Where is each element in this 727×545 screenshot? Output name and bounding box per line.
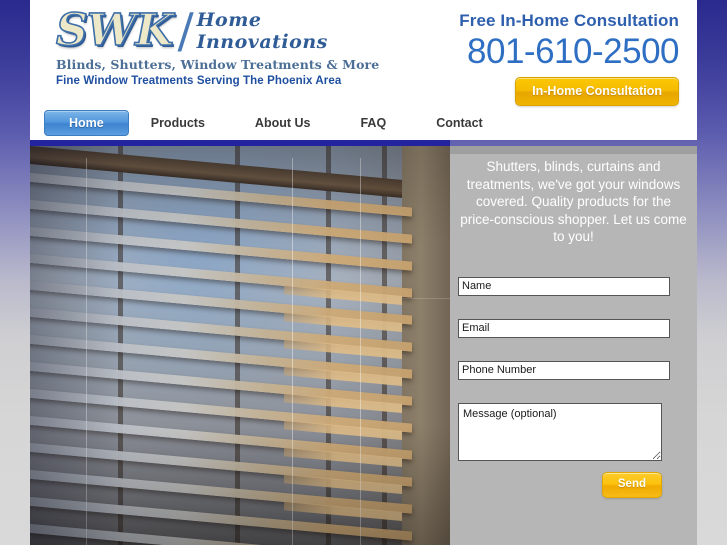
send-button-row: Send: [458, 472, 662, 498]
logo-slash-divider: /: [177, 3, 194, 59]
logo-tagline-secondary: Fine Window Treatments Serving The Phoen…: [56, 75, 342, 87]
nav-item-contact[interactable]: Contact: [436, 110, 511, 136]
hero-image-window-blinds: [30, 146, 450, 545]
site-header: SWK / Home Innovations Blinds, Shutters,…: [30, 0, 697, 140]
nav-item-products[interactable]: Products: [151, 110, 233, 136]
logo-brand-text: SWK: [55, 5, 174, 56]
phone-number[interactable]: 801-610-2500: [389, 32, 679, 72]
logo-tagline-primary: Blinds, Shutters, Window Treatments & Mo…: [56, 57, 380, 72]
nav-item-faq[interactable]: FAQ: [360, 110, 414, 136]
site-logo[interactable]: SWK / Home Innovations Blinds, Shutters,…: [55, 3, 380, 89]
main-navigation: Home Products About Us FAQ Contact: [44, 110, 511, 136]
site-content: SWK / Home Innovations Blinds, Shutters,…: [30, 0, 697, 545]
nav-item-about-us[interactable]: About Us: [255, 110, 339, 136]
window-mullion: [235, 146, 240, 545]
contact-form: Send: [458, 277, 689, 498]
logo-secondary-wordmark: Home Innovations: [196, 8, 328, 54]
name-input[interactable]: [458, 277, 670, 296]
in-home-consultation-button[interactable]: In-Home Consultation: [515, 77, 679, 106]
page-background: SWK / Home Innovations Blinds, Shutters,…: [0, 0, 727, 545]
nav-item-home[interactable]: Home: [44, 110, 129, 136]
body-area: Shutters, blinds, curtains and treatment…: [30, 140, 697, 545]
free-consultation-heading: Free In-Home Consultation: [459, 11, 679, 30]
sidebar-panel: Shutters, blinds, curtains and treatment…: [450, 146, 697, 545]
logo-home-text: Home: [196, 9, 262, 31]
blind-lift-cord: [292, 158, 293, 545]
panel-top-edge: [450, 146, 697, 154]
blind-lift-cord: [360, 158, 361, 545]
header-cta: Free In-Home Consultation 801-610-2500 I…: [389, 10, 680, 106]
blind-lift-cord: [86, 158, 87, 545]
message-textarea[interactable]: [458, 403, 662, 461]
send-button[interactable]: Send: [601, 472, 662, 498]
logo-innovations-text: Innovations: [196, 31, 328, 53]
phone-number-input[interactable]: [458, 361, 670, 380]
logo-wordmark: SWK / Home Innovations: [55, 3, 366, 59]
email-input[interactable]: [458, 319, 670, 338]
wall-seam-line: [402, 298, 450, 299]
panel-tagline: Shutters, blinds, curtains and treatment…: [460, 159, 687, 244]
